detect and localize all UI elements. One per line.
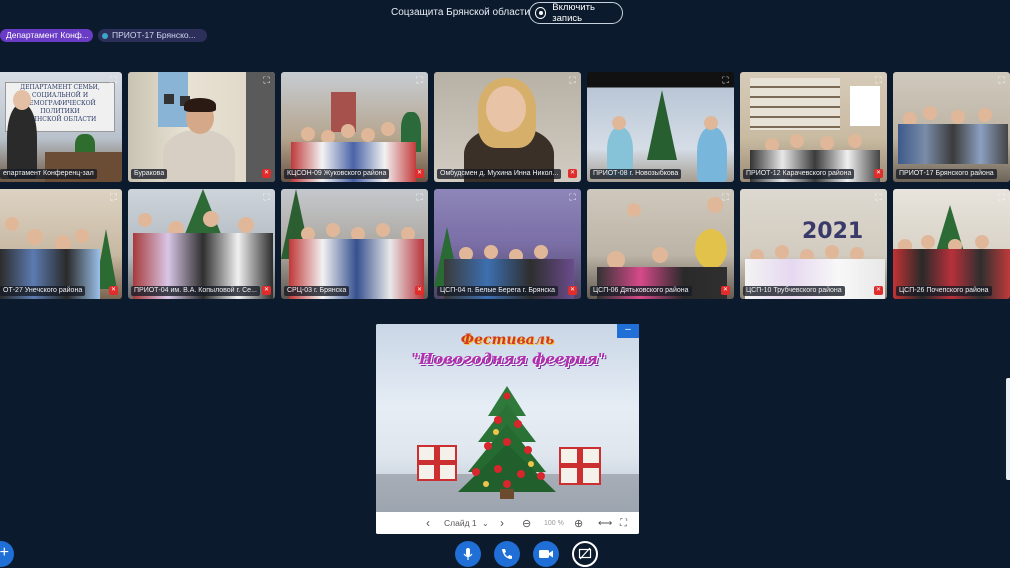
slide-toolbar: ‹ Слайд 1 ⌄ › ⊖ 100 % ⊕ ⟷ ⛶ bbox=[376, 512, 639, 534]
presenter-pill[interactable]: ПРИОТ-17 Брянско... bbox=[98, 29, 207, 42]
participant-name: Буракова bbox=[131, 169, 168, 179]
presentation-slide: Фестиваль "Новогодняя феерия" – ‹ Слайд … bbox=[376, 324, 639, 534]
record-button-label: Включить запись bbox=[552, 2, 595, 24]
participant-name: ПРИОТ-17 Брянского района bbox=[896, 169, 997, 179]
zoom-in-icon[interactable]: ⊕ bbox=[574, 517, 583, 530]
muted-mic-icon: ✕ bbox=[874, 169, 883, 178]
expand-icon[interactable]: ⛶ bbox=[261, 75, 272, 86]
expand-icon[interactable]: ⛶ bbox=[108, 75, 119, 86]
video-tile[interactable]: 2021 ⛶ ЦСП-10 Трубчевского района ✕ bbox=[740, 189, 887, 299]
presenter-pill-label: ПРИОТ-17 Брянско... bbox=[112, 30, 196, 40]
expand-icon[interactable]: ⛶ bbox=[108, 192, 119, 203]
phone-icon bbox=[502, 549, 512, 559]
side-panel-handle[interactable] bbox=[1006, 378, 1010, 480]
expand-icon[interactable]: ⛶ bbox=[996, 192, 1007, 203]
minimize-button[interactable]: – bbox=[617, 324, 639, 338]
fullscreen-icon[interactable]: ⛶ bbox=[620, 518, 627, 529]
video-tile[interactable]: ⛶ ЦСП-06 Дятьковского района ✕ bbox=[587, 189, 734, 299]
zoom-level: 100 % bbox=[544, 519, 564, 527]
video-tile[interactable]: ⛶ ПРИОТ-04 им. В.А. Копыловой г. Се... ✕ bbox=[128, 189, 275, 299]
christmas-tree-icon bbox=[376, 386, 639, 512]
screen-share-off-icon bbox=[578, 547, 592, 560]
expand-icon[interactable]: ⛶ bbox=[567, 192, 578, 203]
muted-mic-icon: ✕ bbox=[415, 169, 424, 178]
muted-mic-icon: ✕ bbox=[568, 286, 577, 295]
next-slide-icon[interactable]: › bbox=[500, 516, 504, 530]
presenter-pill[interactable]: Департамент Конф... bbox=[0, 29, 93, 42]
muted-mic-icon: ✕ bbox=[262, 286, 271, 295]
participant-name: ЦСП-04 п. Белые Берега г. Брянска bbox=[437, 286, 558, 296]
muted-mic-icon: ✕ bbox=[874, 286, 883, 295]
video-tile[interactable]: ⛶ ПРИОТ-12 Карачевского района ✕ bbox=[740, 72, 887, 182]
participant-name: СРЦ-03 г. Брянска bbox=[284, 286, 350, 296]
fit-width-icon[interactable]: ⟷ bbox=[598, 518, 612, 529]
video-tile[interactable]: ⛶ ПРИОТ-17 Брянского района ✕ bbox=[893, 72, 1010, 182]
participant-name: ЦСП-06 Дятьковского района bbox=[590, 286, 692, 296]
chevron-down-icon[interactable]: ⌄ bbox=[482, 519, 489, 528]
expand-icon[interactable]: ⛶ bbox=[414, 192, 425, 203]
presenter-status-icon bbox=[102, 32, 108, 39]
expand-icon[interactable]: ⛶ bbox=[414, 75, 425, 86]
participant-name: ЦСП-10 Трубчевского района bbox=[743, 286, 845, 296]
video-tile[interactable]: ⛶ ЦСП-04 п. Белые Берега г. Брянска ✕ bbox=[434, 189, 581, 299]
participant-name: ЦСП-26 Почепского района bbox=[896, 286, 992, 296]
muted-mic-icon: ✕ bbox=[568, 169, 577, 178]
phone-button[interactable] bbox=[494, 541, 520, 567]
video-tile[interactable]: ⛶ СРЦ-03 г. Брянска ✕ bbox=[281, 189, 428, 299]
video-tile[interactable]: ⛶ КЦСОН-09 Жуковского района ✕ bbox=[281, 72, 428, 182]
participant-name: епартамент Конференц-зал bbox=[0, 169, 97, 179]
participant-name: ОТ-27 Унечского района bbox=[0, 286, 86, 296]
camera-button[interactable] bbox=[533, 541, 559, 567]
participant-name: ПРИОТ-08 г. Новозыбкова bbox=[590, 169, 682, 179]
slide-selector[interactable]: Слайд 1 bbox=[444, 518, 477, 528]
video-tile[interactable]: ⛶ Буракова ✕ bbox=[128, 72, 275, 182]
video-tile[interactable]: ⛶ Омбудсмен д. Мухина Инна Никол... ✕ bbox=[434, 72, 581, 182]
expand-icon[interactable]: ⛶ bbox=[873, 75, 884, 86]
camera-icon bbox=[539, 550, 553, 558]
record-icon bbox=[535, 7, 547, 19]
screen-share-button[interactable] bbox=[572, 541, 598, 567]
slide-image: Фестиваль "Новогодняя феерия" bbox=[376, 324, 639, 512]
participant-name: КЦСОН-09 Жуковского района bbox=[284, 169, 390, 179]
video-tile[interactable]: ⛶ ПРИОТ-08 г. Новозыбкова bbox=[587, 72, 734, 182]
video-tile[interactable]: ⛶ ЦСП-26 Почепского района ✕ bbox=[893, 189, 1010, 299]
expand-icon[interactable]: ⛶ bbox=[567, 75, 578, 86]
participant-name: ПРИОТ-04 им. В.А. Копыловой г. Се... bbox=[131, 286, 260, 296]
muted-mic-icon: ✕ bbox=[262, 169, 271, 178]
meeting-title: Соцзащита Брянской области bbox=[391, 7, 530, 18]
expand-icon[interactable]: ⛶ bbox=[720, 75, 731, 86]
microphone-button[interactable] bbox=[455, 541, 481, 567]
muted-mic-icon: ✕ bbox=[721, 286, 730, 295]
prev-slide-icon[interactable]: ‹ bbox=[426, 516, 430, 530]
record-button[interactable]: Включить запись bbox=[529, 2, 623, 24]
muted-mic-icon: ✕ bbox=[109, 286, 118, 295]
conference-window: Соцзащита Брянской области Включить запи… bbox=[0, 0, 1010, 568]
expand-icon[interactable]: ⛶ bbox=[720, 192, 731, 203]
expand-icon[interactable]: ⛶ bbox=[261, 192, 272, 203]
expand-icon[interactable]: ⛶ bbox=[873, 192, 884, 203]
muted-mic-icon: ✕ bbox=[415, 286, 424, 295]
participant-name: Омбудсмен д. Мухина Инна Никол... bbox=[437, 169, 562, 179]
expand-icon[interactable]: ⛶ bbox=[996, 75, 1007, 86]
zoom-out-icon[interactable]: ⊖ bbox=[522, 517, 531, 530]
participant-name: ПРИОТ-12 Карачевского района bbox=[743, 169, 855, 179]
video-tile[interactable]: ДЕПАРТАМЕНТ СЕМЬИ, СОЦИАЛЬНОЙ И ДЕМОГРАФИЧ… bbox=[0, 72, 122, 182]
microphone-icon bbox=[463, 548, 473, 560]
add-button[interactable]: + bbox=[0, 541, 14, 567]
video-tile[interactable]: ⛶ ОТ-27 Унечского района ✕ bbox=[0, 189, 122, 299]
